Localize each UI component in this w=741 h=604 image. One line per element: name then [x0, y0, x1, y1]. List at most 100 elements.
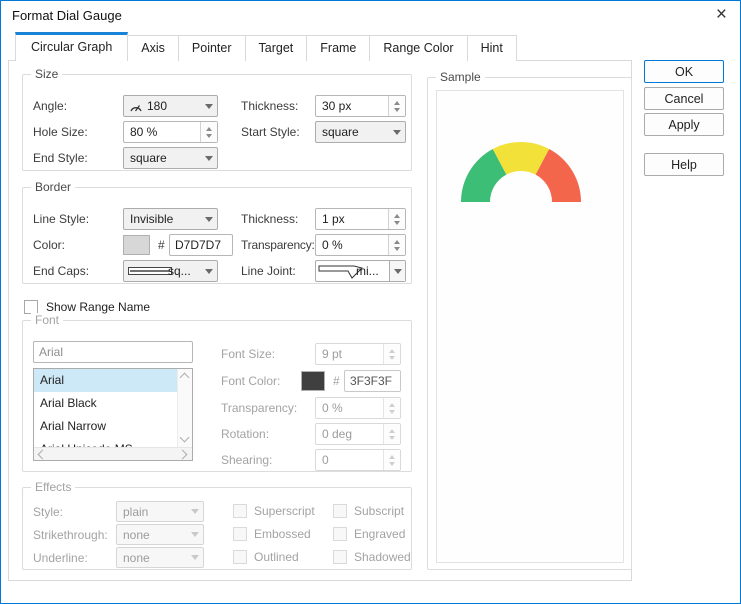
close-icon[interactable]: × [716, 4, 727, 26]
angle-select[interactable]: 180 [123, 95, 218, 117]
dialog-title: Format Dial Gauge [12, 8, 122, 23]
line-style-select[interactable]: Invisible [123, 208, 218, 230]
spinner-buttons[interactable] [383, 398, 400, 418]
shearing-input[interactable]: 0 [315, 449, 401, 471]
spinner-up-icon[interactable] [389, 454, 395, 459]
spinner-down-icon[interactable] [389, 409, 395, 414]
border-thickness-input[interactable]: 1 px [315, 208, 406, 230]
border-group-title: Border [31, 180, 76, 194]
font-list-item[interactable]: Arial Unicode MS [34, 438, 177, 447]
font-size-input[interactable]: 9 pt [315, 343, 401, 365]
font-group-title: Font [31, 313, 64, 327]
tab-axis[interactable]: Axis [127, 35, 179, 61]
spinner-up-icon[interactable] [389, 428, 395, 433]
spinner-up-icon[interactable] [394, 239, 400, 244]
font-list-vertical-scrollbar[interactable] [177, 369, 192, 447]
start-style-select[interactable]: square [315, 121, 406, 143]
border-color-swatch[interactable] [123, 235, 150, 255]
tab-pointer[interactable]: Pointer [177, 35, 246, 61]
dropdown-icon[interactable] [389, 129, 405, 135]
spinner-buttons[interactable] [383, 450, 400, 470]
tab-range-color[interactable]: Range Color [369, 35, 468, 61]
engraved-checkbox[interactable] [333, 527, 347, 541]
dropdown-icon[interactable] [187, 555, 203, 560]
spinner-down-icon[interactable] [394, 220, 400, 225]
font-color-swatch[interactable] [301, 371, 325, 391]
size-thickness-input[interactable]: 30 px [315, 95, 406, 117]
font-list[interactable]: Arial Arial Black Arial Narrow Arial Uni… [33, 368, 193, 461]
border-color-label: Color: [33, 238, 66, 252]
subscript-checkbox[interactable] [333, 504, 347, 518]
help-button[interactable]: Help [644, 153, 724, 176]
format-dial-gauge-dialog: Format Dial Gauge × Circular Graph Axis … [0, 0, 741, 604]
spinner-buttons[interactable] [383, 424, 400, 444]
embossed-checkbox[interactable] [233, 527, 247, 541]
spinner-buttons[interactable] [383, 344, 400, 364]
line-joint-select[interactable]: mi... [315, 260, 406, 282]
rotation-label: Rotation: [221, 427, 270, 441]
tab-circular-graph[interactable]: Circular Graph [15, 32, 129, 61]
ok-button[interactable]: OK [644, 60, 724, 83]
end-caps-select[interactable]: sq... [123, 260, 218, 282]
spinner-up-icon[interactable] [389, 348, 395, 353]
spinner-buttons[interactable] [200, 122, 217, 142]
scroll-down-icon[interactable] [179, 432, 190, 443]
font-list-horizontal-scrollbar[interactable] [34, 447, 192, 460]
spinner-up-icon[interactable] [389, 402, 395, 407]
style-select[interactable]: plain [116, 501, 204, 522]
spinner-down-icon[interactable] [389, 355, 395, 360]
spinner-up-icon[interactable] [394, 213, 400, 218]
scroll-right-icon[interactable] [177, 449, 188, 460]
spinner-buttons[interactable] [388, 235, 405, 255]
rotation-input[interactable]: 0 deg [315, 423, 401, 445]
style-label: Style: [33, 505, 64, 519]
dropdown-icon[interactable] [389, 261, 405, 281]
tab-hint[interactable]: Hint [466, 35, 517, 61]
font-group: Font Arial Arial Black Arial Narrow Aria… [22, 313, 412, 472]
outlined-checkbox[interactable] [233, 550, 247, 564]
spinner-down-icon[interactable] [206, 133, 212, 138]
underline-select[interactable]: none [116, 547, 204, 568]
tab-target[interactable]: Target [244, 35, 308, 61]
tab-frame[interactable]: Frame [306, 35, 371, 61]
font-list-item[interactable]: Arial [34, 369, 177, 392]
hole-size-input[interactable]: 80 % [123, 121, 218, 143]
border-transparency-input[interactable]: 0 % [315, 234, 406, 256]
show-range-name-checkbox[interactable] [24, 300, 38, 314]
dropdown-icon[interactable] [201, 268, 217, 274]
spinner-down-icon[interactable] [394, 246, 400, 251]
cancel-button[interactable]: Cancel [644, 87, 724, 110]
font-list-item[interactable]: Arial Black [34, 392, 177, 415]
border-thickness-value: 1 px [322, 212, 345, 226]
angle-value: 180 [147, 99, 168, 113]
superscript-checkbox[interactable] [233, 504, 247, 518]
spinner-down-icon[interactable] [389, 435, 395, 440]
dropdown-icon[interactable] [201, 103, 217, 109]
scroll-up-icon[interactable] [179, 372, 190, 383]
scroll-left-icon[interactable] [37, 449, 48, 460]
border-color-hex-input[interactable] [169, 234, 233, 256]
dropdown-icon[interactable] [201, 216, 217, 222]
font-color-label: Font Color: [221, 374, 281, 388]
font-list-item[interactable]: Arial Narrow [34, 415, 177, 438]
spinner-buttons[interactable] [388, 96, 405, 116]
font-name-input[interactable] [33, 341, 193, 363]
strikethrough-select[interactable]: none [116, 524, 204, 545]
font-transparency-input[interactable]: 0 % [315, 397, 401, 419]
effects-group: Effects Style: plain Superscript Subscri… [22, 480, 412, 570]
apply-button[interactable]: Apply [644, 113, 724, 136]
end-style-select[interactable]: square [123, 147, 218, 169]
font-color-hex-input[interactable] [344, 370, 401, 392]
spinner-up-icon[interactable] [206, 126, 212, 131]
sample-preview-panel [436, 90, 624, 563]
spinner-down-icon[interactable] [394, 107, 400, 112]
end-caps-value: sq... [168, 264, 191, 278]
spinner-buttons[interactable] [388, 209, 405, 229]
spinner-down-icon[interactable] [389, 461, 395, 466]
shadowed-checkbox[interactable] [333, 550, 347, 564]
spinner-up-icon[interactable] [394, 100, 400, 105]
dropdown-icon[interactable] [187, 509, 203, 514]
dropdown-icon[interactable] [201, 155, 217, 161]
title-bar[interactable]: Format Dial Gauge × [1, 1, 740, 31]
dropdown-icon[interactable] [187, 532, 203, 537]
